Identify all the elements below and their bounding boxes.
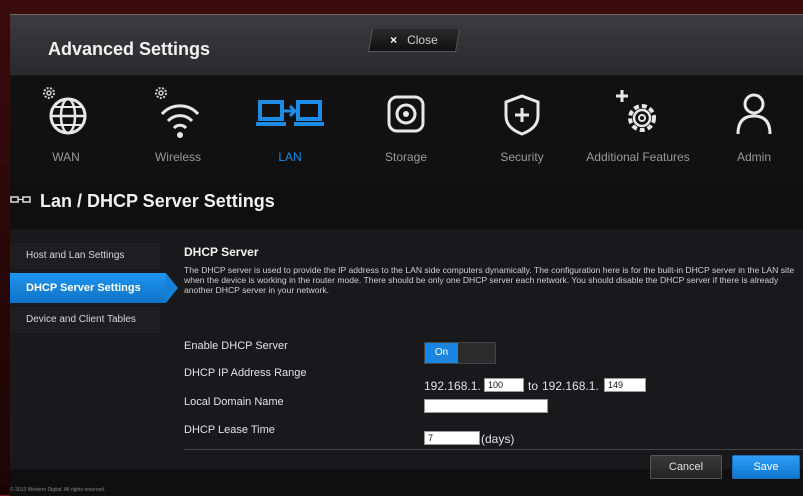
nav-item-security[interactable]: Security xyxy=(472,76,572,184)
nav-item-wireless[interactable]: Wireless xyxy=(128,76,228,184)
nav-item-lan[interactable]: LAN xyxy=(240,76,340,184)
nav-item-additional-features[interactable]: Additional Features xyxy=(578,76,698,184)
sidebar-item-device-client-tables[interactable]: Device and Client Tables xyxy=(10,307,160,333)
gear-plus-icon xyxy=(616,90,656,132)
wifi-with-gear-icon xyxy=(155,87,200,138)
ip-range-label: DHCP IP Address Range xyxy=(184,367,307,379)
toggle-on-state: On xyxy=(425,343,458,363)
nav-label-admin: Admin xyxy=(736,150,771,164)
page-title: Lan / DHCP Server Settings xyxy=(40,191,275,211)
nav-label-wireless: Wireless xyxy=(154,150,201,164)
settings-sidebar: Host and Lan Settings DHCP Server Settin… xyxy=(10,243,178,333)
range-start-field[interactable] xyxy=(484,378,524,392)
copyright-footer: © 2013 Western Digital. All rights reser… xyxy=(10,487,106,493)
nav-item-wan[interactable]: WAN xyxy=(16,76,116,184)
close-icon: × xyxy=(390,33,398,47)
range-start-prefix: 192.168.1. xyxy=(424,379,481,393)
sidebar-item-dhcp-server[interactable]: DHCP Server Settings xyxy=(10,273,178,303)
close-button[interactable]: × Close xyxy=(367,29,461,52)
nav-item-storage[interactable]: Storage xyxy=(356,76,456,184)
lease-time-label: DHCP Lease Time xyxy=(184,424,275,436)
domain-name-field[interactable] xyxy=(424,399,548,413)
shield-plus-icon xyxy=(504,94,540,136)
enable-dhcp-label: Enable DHCP Server xyxy=(184,340,288,352)
nav-item-admin[interactable]: Admin xyxy=(704,76,803,184)
nav-label-wan: WAN xyxy=(52,150,80,164)
storage-disc-icon xyxy=(387,95,425,133)
close-label: Close xyxy=(407,33,438,47)
sidebar-item-host-lan[interactable]: Host and Lan Settings xyxy=(10,243,160,269)
nav-label-lan: LAN xyxy=(278,150,302,164)
domain-name-label: Local Domain Name xyxy=(184,396,284,408)
title-bar: Advanced Settings × Close xyxy=(10,15,803,76)
lease-time-field[interactable] xyxy=(424,431,480,445)
advanced-settings-window: Advanced Settings × Close WAN Wireless L… xyxy=(10,14,803,496)
save-button[interactable]: Save xyxy=(732,455,800,479)
range-end-prefix: 192.168.1. xyxy=(542,379,599,393)
range-to-label: to xyxy=(528,379,539,393)
lease-unit-label: (days) xyxy=(481,432,515,446)
action-divider xyxy=(184,449,803,450)
nav-label-additional-features: Additional Features xyxy=(586,150,690,164)
section-header: Lan / DHCP Server Settings xyxy=(10,185,803,219)
enable-dhcp-toggle[interactable]: On xyxy=(424,342,496,364)
nav-label-security: Security xyxy=(500,150,544,164)
nav-label-storage: Storage xyxy=(384,150,428,164)
panel-heading: DHCP Server xyxy=(184,245,259,259)
globe-with-gear-icon xyxy=(43,87,87,135)
person-icon xyxy=(736,93,772,135)
cancel-button[interactable]: Cancel xyxy=(650,455,722,479)
lan-computers-icon xyxy=(256,100,324,126)
range-end-field[interactable] xyxy=(604,378,646,392)
lan-small-icon xyxy=(10,196,31,203)
dhcp-panel: DHCP Server The DHCP server is used to p… xyxy=(184,245,803,446)
settings-content: Host and Lan Settings DHCP Server Settin… xyxy=(10,229,803,469)
window-title: Advanced Settings xyxy=(48,39,211,59)
panel-description: The DHCP server is used to provide the I… xyxy=(184,265,795,295)
category-nav: WAN Wireless LAN Storage Security Additi… xyxy=(10,76,803,184)
